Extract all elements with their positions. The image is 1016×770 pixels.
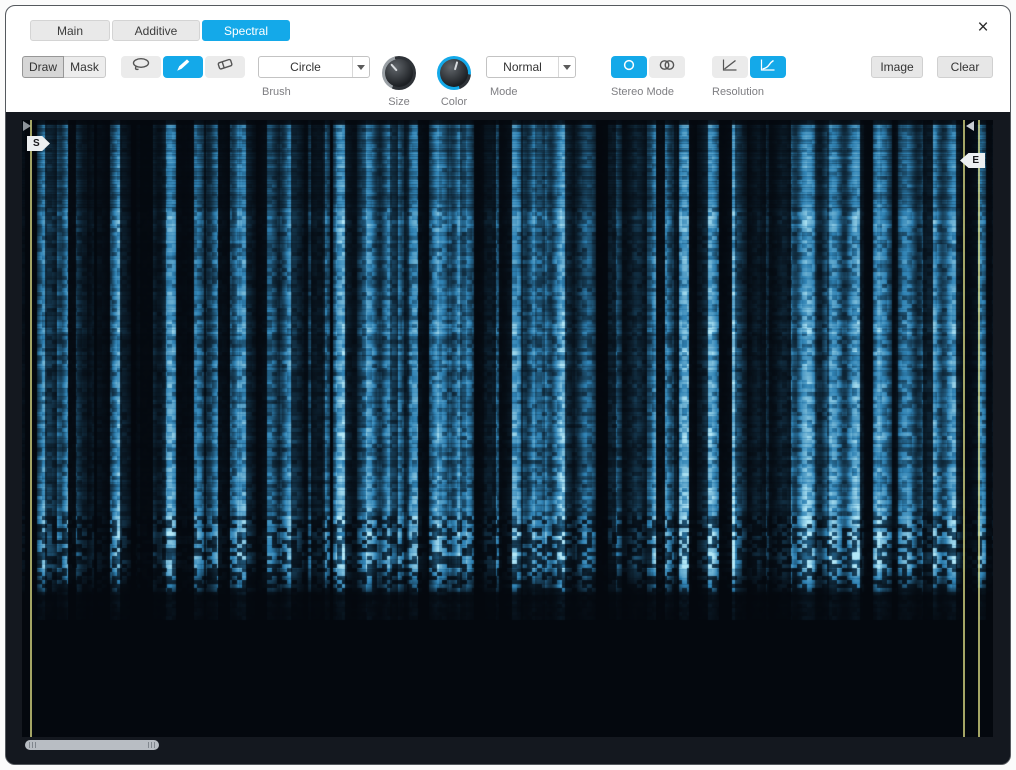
stereo-mono-button[interactable]: [611, 56, 647, 78]
spectrogram-panel: S E: [22, 120, 993, 737]
resolution-low-button[interactable]: [712, 56, 748, 78]
stereo-circles-icon: [657, 58, 677, 77]
lasso-tool-button[interactable]: [121, 56, 161, 78]
mode-select[interactable]: Normal: [486, 56, 576, 78]
stereo-stereo-button[interactable]: [649, 56, 685, 78]
brush-group-label: Brush: [262, 86, 291, 98]
resolution-high-button[interactable]: [750, 56, 786, 78]
end-marker-line[interactable]: [963, 120, 965, 737]
resolution-label: Resolution: [712, 86, 764, 98]
brush-tool-button[interactable]: [163, 56, 203, 78]
color-knob-label: Color: [430, 96, 478, 108]
tab-main[interactable]: Main: [30, 20, 110, 41]
lasso-icon: [131, 57, 151, 77]
horizontal-scrollbar[interactable]: [25, 740, 159, 750]
image-button[interactable]: Image: [871, 56, 923, 78]
playhead-right-icon[interactable]: [966, 121, 974, 131]
header: Main Additive Spectral × Draw Mask: [6, 6, 1010, 112]
end-marker-line-outer[interactable]: [978, 120, 980, 737]
resolution-low-icon: [721, 58, 739, 77]
tab-spectral[interactable]: Spectral: [202, 20, 290, 41]
chevron-down-icon: [352, 57, 369, 77]
tab-additive[interactable]: Additive: [112, 20, 200, 41]
plugin-window: Main Additive Spectral × Draw Mask: [5, 5, 1011, 765]
mode-value: Normal: [487, 57, 558, 77]
stereo-mode-label: Stereo Mode: [611, 86, 674, 98]
scrollbar-grip-left[interactable]: [29, 742, 36, 748]
brush-icon: [174, 58, 192, 77]
knob-face: [385, 59, 413, 87]
close-icon[interactable]: ×: [972, 16, 994, 40]
eraser-tool-button[interactable]: [205, 56, 245, 78]
knob-face: [440, 59, 468, 87]
eraser-icon: [215, 57, 235, 77]
start-marker-line[interactable]: [30, 120, 32, 737]
scrollbar-grip-right[interactable]: [148, 742, 155, 748]
brush-shape-value: Circle: [259, 57, 352, 77]
size-knob-label: Size: [375, 96, 423, 108]
mask-button[interactable]: Mask: [63, 56, 106, 78]
brush-shape-select[interactable]: Circle: [258, 56, 370, 78]
draw-button[interactable]: Draw: [22, 56, 64, 78]
chevron-down-icon: [558, 57, 575, 77]
size-knob[interactable]: [382, 56, 416, 90]
mode-label: Mode: [490, 86, 518, 98]
resolution-high-icon: [759, 58, 777, 77]
color-knob[interactable]: [437, 56, 471, 90]
mono-circle-icon: [620, 58, 638, 77]
spectrogram-canvas[interactable]: [22, 120, 993, 737]
editor-area: S E: [6, 112, 1010, 764]
clear-button[interactable]: Clear: [937, 56, 993, 78]
